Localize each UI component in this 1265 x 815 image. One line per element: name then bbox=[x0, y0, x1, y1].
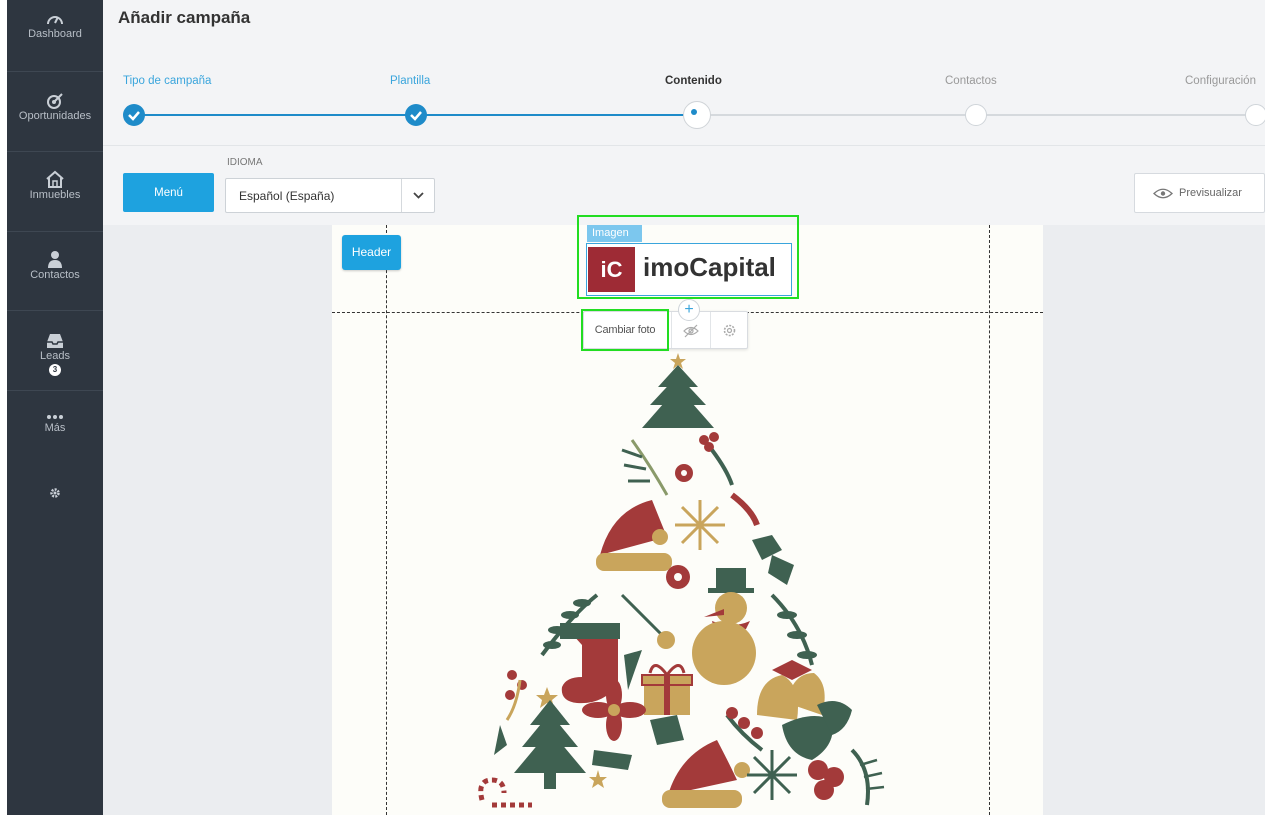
sidebar-item-oportunidades[interactable]: Oportunidades bbox=[7, 92, 103, 122]
step-circle-tipo[interactable] bbox=[123, 104, 145, 126]
more-icon bbox=[47, 415, 63, 419]
gear-icon bbox=[50, 488, 60, 498]
sidebar-item-label: Más bbox=[44, 422, 66, 434]
sidebar-item-dashboard[interactable]: Dashboard bbox=[7, 10, 103, 40]
divider bbox=[103, 145, 1265, 146]
step-circle-configuracion[interactable] bbox=[1245, 104, 1265, 126]
sidebar-item-label: Oportunidades bbox=[18, 110, 92, 122]
sidebar-item-contactos[interactable]: Contactos bbox=[7, 250, 103, 281]
preview-button[interactable]: Previsualizar bbox=[1134, 173, 1265, 213]
step-label-configuracion[interactable]: Configuración bbox=[1185, 75, 1256, 87]
sidebar-item-mas[interactable]: Más bbox=[7, 412, 103, 434]
sidebar: Dashboard Oportunidades Inmuebles Contac… bbox=[7, 0, 103, 815]
sidebar-divider bbox=[7, 310, 103, 311]
home-icon bbox=[46, 170, 64, 188]
preview-label: Previsualizar bbox=[1179, 187, 1242, 199]
page-title: Añadir campaña bbox=[118, 8, 251, 27]
logo-mark: iC bbox=[588, 247, 635, 292]
eye-icon bbox=[1153, 188, 1173, 199]
step-label-plantilla[interactable]: Plantilla bbox=[390, 75, 430, 87]
sidebar-item-leads[interactable]: Leads 3 bbox=[7, 332, 103, 376]
leads-count-badge: 3 bbox=[49, 364, 61, 376]
sidebar-divider bbox=[7, 151, 103, 152]
check-icon bbox=[410, 111, 422, 121]
stepper-line-done bbox=[134, 114, 416, 116]
step-circle-plantilla[interactable] bbox=[405, 104, 427, 126]
logo-text: imoCapital bbox=[643, 252, 776, 282]
sidebar-item-label: Contactos bbox=[30, 269, 80, 281]
language-label: IDIOMA bbox=[227, 157, 263, 168]
toolbar-divider bbox=[710, 312, 711, 348]
guide-line bbox=[989, 225, 990, 815]
sidebar-divider bbox=[7, 390, 103, 391]
settings-icon[interactable] bbox=[722, 323, 737, 338]
hide-icon[interactable] bbox=[683, 324, 699, 338]
gauge-icon bbox=[47, 16, 63, 25]
sidebar-item-label: Leads bbox=[40, 350, 70, 362]
step-label-contenido[interactable]: Contenido bbox=[665, 75, 722, 87]
step-circle-contenido[interactable] bbox=[683, 101, 711, 129]
toolbar-divider bbox=[671, 312, 672, 348]
stepper-line-done bbox=[416, 114, 694, 116]
check-icon bbox=[128, 111, 140, 121]
change-photo-button[interactable]: Cambiar foto bbox=[581, 309, 669, 351]
step-label-contactos[interactable]: Contactos bbox=[945, 75, 997, 87]
menu-button[interactable]: Menú bbox=[123, 173, 214, 212]
sidebar-item-inmuebles[interactable]: Inmuebles bbox=[7, 170, 103, 201]
sidebar-divider bbox=[7, 71, 103, 72]
sidebar-divider bbox=[7, 231, 103, 232]
step-circle-contactos[interactable] bbox=[965, 104, 987, 126]
sidebar-item-label: Dashboard bbox=[28, 28, 82, 40]
inbox-icon bbox=[47, 334, 63, 348]
header-section-tag[interactable]: Header bbox=[342, 235, 401, 270]
step-label-tipo[interactable]: Tipo de campaña bbox=[123, 75, 211, 87]
sidebar-item-label: Inmuebles bbox=[29, 189, 81, 201]
language-select-value: Español (España) bbox=[239, 189, 335, 203]
add-block-button[interactable]: + bbox=[678, 299, 700, 321]
user-icon bbox=[48, 251, 62, 268]
sidebar-item-settings[interactable] bbox=[7, 487, 103, 499]
language-select[interactable]: Español (España) bbox=[225, 178, 435, 213]
guide-line bbox=[386, 225, 387, 815]
target-icon bbox=[47, 93, 63, 109]
image-block-tag: Imagen bbox=[587, 225, 642, 242]
chevron-down-icon[interactable] bbox=[401, 179, 434, 212]
